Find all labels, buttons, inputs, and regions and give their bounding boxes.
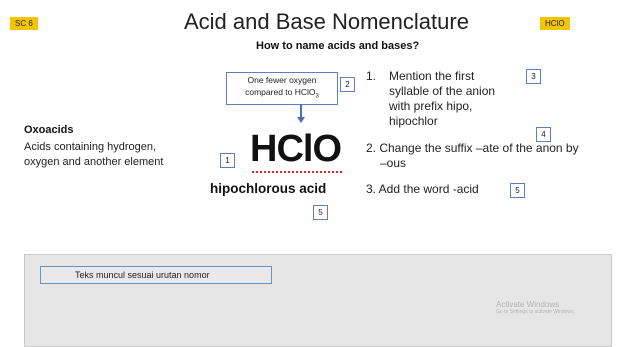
arrow-down-icon: [297, 117, 305, 123]
oxoacids-heading: Oxoacids: [24, 124, 74, 136]
formula-display: HClO: [250, 128, 342, 170]
arrow-line: [300, 104, 302, 118]
number-box-4: 4: [536, 127, 551, 142]
acid-name: hipochlorous acid: [210, 181, 327, 196]
slide-subtitle: How to name acids and bases?: [256, 40, 420, 52]
callout-line-2: compared to HClO3: [245, 87, 319, 100]
number-box-3: 3: [526, 69, 541, 84]
step-1-number: 1.: [366, 69, 377, 83]
number-box-5-name: 5: [313, 205, 328, 220]
number-box-5-step: 5: [510, 183, 525, 198]
panel-label[interactable]: Teks muncul sesuai urutan nomor: [40, 266, 272, 284]
activate-windows-watermark: Activate Windows Go to Settings to activ…: [496, 300, 575, 315]
number-box-1: 1: [220, 153, 235, 168]
step-3-text: 3. Add the word -acid: [366, 182, 479, 196]
oxoacids-description: Acids containing hydrogen, oxygen and an…: [24, 141, 164, 168]
spellcheck-underline: [252, 168, 342, 173]
slide-code-tag: SC 6: [10, 17, 38, 30]
slide-title: Acid and Base Nomenclature: [184, 9, 469, 34]
oxygen-callout: One fewer oxygen compared to HClO3: [226, 72, 338, 105]
step-1-text: Mention the first syllable of the anion …: [389, 69, 496, 128]
number-box-2: 2: [340, 77, 355, 92]
step-2-text: 2. Change the suffix –ate of the anon by…: [366, 141, 579, 170]
formula-tag: HClO: [540, 17, 570, 30]
callout-line-1: One fewer oxygen: [247, 75, 317, 85]
